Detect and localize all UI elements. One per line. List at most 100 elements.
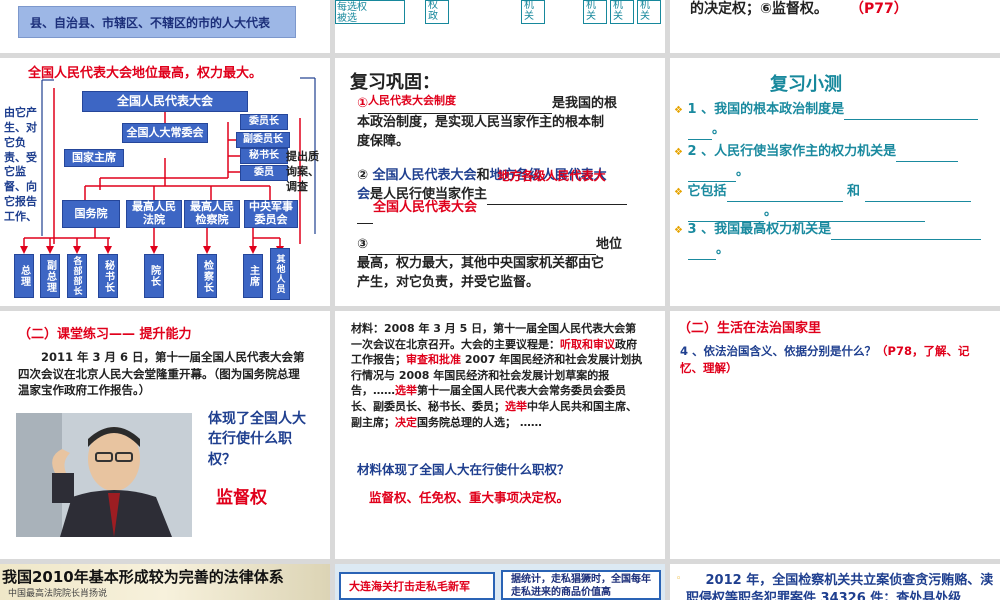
material-h1: 听取和审议 — [560, 337, 615, 351]
material-t6: 国务院总理的人选； …… — [417, 415, 542, 429]
chairman-box: 委员长 — [240, 114, 288, 130]
slide-top-right: 的决定权；⑥监督权。 （P77） — [670, 0, 1000, 53]
quiz-q2-text: 2 、人民行使当家作主的权力机关是 — [687, 144, 897, 159]
leaf-secretary-general: 秘书长 — [98, 254, 118, 298]
law-system-banner: 我国2010年基本形成较为完善的法律体系 — [2, 568, 284, 586]
smuggling-statistic: 据统计，走私猖獗时，全国每年走私进来的商品价值高 — [511, 574, 651, 598]
item-2-number: ② — [357, 168, 369, 183]
quiz-question-3: ❖ 3 、我国最高权力机关是 。 — [674, 220, 994, 261]
quiz-q1-blank — [844, 105, 979, 121]
slide-practice: （二）课堂练习—— 提升能力 2011 年 3 月 6 日，第十一届全国人民代表… — [0, 311, 330, 559]
item-2-blank — [487, 190, 628, 205]
quiz-q2-period: 。 — [736, 164, 750, 180]
item-3-text-a: 地位 — [596, 237, 623, 252]
cell-4-text: 机关 — [586, 0, 596, 22]
leaf-court-president: 院长 — [144, 254, 164, 298]
slide-top-middle: 每选权被选 权政 机关 机关 机关 机关 — [335, 0, 665, 53]
slide-bottom-left: 我国2010年基本形成较为完善的法律体系 中国最高法院院长肖扬说 — [0, 564, 330, 600]
bullet-icon: ❖ — [674, 225, 683, 236]
member-box: 委员 — [240, 165, 288, 181]
premier-photo-illustration — [16, 413, 192, 537]
item-2-answer-b-end: 会 — [357, 186, 371, 202]
material-question: 材料体现了全国人大在行使什么职权？ — [357, 462, 570, 477]
military-commission-box: 中央军事委员会 — [244, 200, 298, 228]
slide-quiz: 复习小测 ❖ 1 、我国的根本政治制度是 。 ❖ 2 、人民行使当家作主的权力机… — [670, 58, 1000, 306]
leaf-procurator-general: 检察长 — [197, 254, 217, 298]
leaf-ministers: 各部部长 — [67, 254, 87, 298]
slide-material: 材料：2008 年 3 月 5 日，第十一届全国人民代表大会第一次会议在北京召开… — [335, 311, 665, 559]
right-note: 提出质询案、调查 — [286, 150, 319, 193]
npc-box: 全国人民代表大会 — [82, 91, 248, 112]
review-title: 复习巩固： — [350, 72, 440, 93]
vice-chairman-box: 副委员长 — [236, 132, 290, 148]
item-2-blank-2 — [357, 209, 373, 224]
practice-answer: 监督权 — [216, 488, 267, 508]
leaf-premier: 总理 — [14, 254, 34, 298]
premier-photo — [16, 413, 192, 537]
item-2-answer: 全国人民代表大会 — [373, 199, 478, 215]
supreme-procuratorate-box: 最高人民检察院 — [184, 200, 240, 228]
slide-bottom-middle: 大连海关打击走私毛新军 据统计，走私猖獗时，全国每年走私进来的商品价值高 — [335, 564, 665, 600]
cell-2-text: 权政 — [428, 0, 438, 22]
left-note: 由它产生、对它负责、受它监督、向它报告工作、 — [4, 106, 37, 223]
quiz-q2b-blank-2 — [864, 187, 971, 203]
practice-question: 体现了全国人大在行使什么职权？ — [208, 411, 306, 468]
state-council-box: 国务院 — [62, 200, 120, 228]
quiz-q3-period: 。 — [716, 242, 730, 258]
cell-6-text: 机关 — [640, 0, 650, 22]
bullet-icon: ❖ — [674, 187, 683, 198]
secretary-box: 秘书长 — [240, 148, 288, 164]
rule-of-law-title: （二）生活在法治国家里 — [678, 321, 822, 336]
review-item-3: ③ 地位 最高，权力最大，其他中央国家机关都由它 产生，对它负责，并受它监督。 — [357, 236, 657, 293]
customs-caption: 大连海关打击走私毛新军 — [349, 580, 470, 593]
quiz-q2b-period: 。 — [764, 204, 778, 220]
material-h4: 选举 — [505, 400, 527, 414]
item-2-answer-a: 全国人民代表大会 — [372, 168, 477, 183]
law-system-subtitle: 中国最高法院院长肖扬说 — [8, 589, 108, 599]
cell-1-text: 每选权被选 — [337, 2, 367, 24]
slide-review: 复习巩固： ① 人民代表大会制度 是我国的根 本政治制度，是实现人民当家作主的根本制… — [335, 58, 665, 306]
quiz-q2-blank-2 — [688, 167, 736, 183]
item-3-blank — [368, 240, 597, 255]
item-1-answer: 人民代表大会制度 — [368, 93, 457, 107]
quiz-q2b-text: 它包括 — [687, 184, 727, 199]
leaf-other-personnel: 其他人员 — [270, 248, 290, 300]
item-3-text-c: 产生，对它负责，并受它监督。 — [357, 274, 540, 290]
slide-top-left: 县、自治县、市辖区、不辖区的市的人大代表 — [0, 0, 330, 53]
president-box: 国家主席 — [64, 149, 124, 167]
item-3-text-b: 最高，权力最大，其他中央国家机关都由它 — [357, 255, 605, 271]
quiz-q3-text: 3 、我国最高权力机关是 — [687, 222, 832, 237]
quiz-q1-text: 1 、我国的根本政治制度是 — [687, 102, 845, 117]
item-1-blank: 人民代表大会制度 — [368, 94, 553, 114]
material-h2: 审查和批准 — [406, 353, 461, 367]
slide-rule-of-law: （二）生活在法治国家里 4 、依法治国含义、依据分别是什么？（P78，了解、记忆… — [670, 311, 1000, 559]
item-2-text-and: 和 — [476, 168, 490, 183]
rule-of-law-q-text: 4 、依法治国含义、依据分别是什么？ — [680, 344, 877, 358]
top-right-text: 的决定权；⑥监督权。 — [690, 1, 828, 17]
leaf-chairman: 主席 — [243, 254, 263, 298]
rule-of-law-question: 4 、依法治国含义、依据分别是什么？（P78，了解、记忆、理解） — [680, 343, 990, 378]
review-item-1: ① 人民代表大会制度 是我国的根 本政治制度，是实现人民当家作主的根本制 度保障。 — [357, 94, 647, 152]
item-1-text-a: 是我国的根 — [552, 96, 618, 111]
item-2-answer-b: 地方各级人民代表大 地方各级人民代表大 — [490, 168, 607, 183]
review-item-2: ② 全国人民代表大会和地方各级人民代表大 地方各级人民代表大 会是人民行使当家作主… — [357, 167, 657, 224]
practice-body: 2011 年 3 月 6 日，第十一届全国人民代表大会第四次会议在北京人民大会堂… — [18, 350, 305, 398]
practice-title: （二）课堂练习—— 提升能力 — [18, 327, 192, 342]
quiz-q1-blank-2 — [688, 125, 712, 141]
standing-committee-box: 全国人大常委会 — [122, 123, 208, 143]
supreme-court-box: 最高人民法院 — [126, 200, 182, 228]
bullet-icon: ❖ — [674, 147, 683, 158]
item-2-overlay: 地方各级人民代表大 — [497, 169, 606, 183]
quiz-q2b-blank-1 — [726, 187, 843, 203]
banner-text: 县、自治县、市辖区、不辖区的市的人大代表 — [30, 16, 271, 30]
material-h3: 选举 — [395, 384, 417, 398]
quiz-title: 复习小测 — [770, 74, 842, 95]
material-text: 材料：2008 年 3 月 5 日，第十一届全国人民代表大会第一次会议在北京召开… — [351, 321, 647, 430]
quiz-q3-blank — [831, 225, 982, 241]
quiz-q2-blank — [896, 147, 959, 163]
slide-org-chart: 全国人民代表大会地位最高，权力最大。 全国人民代表大会 全国人大常委会 委员长 … — [0, 58, 330, 306]
material-h5: 决定 — [395, 415, 417, 429]
quiz-question-2b: ❖ 它包括 和 。 — [674, 182, 994, 223]
slide-bottom-right: ◦ 2012 年，全国检察机关共立案侦查贪污贿赂、渎职侵权等职务犯罪案件 343… — [670, 564, 1000, 600]
quiz-question-2: ❖ 2 、人民行使当家作主的权力机关是 。 — [674, 142, 994, 183]
